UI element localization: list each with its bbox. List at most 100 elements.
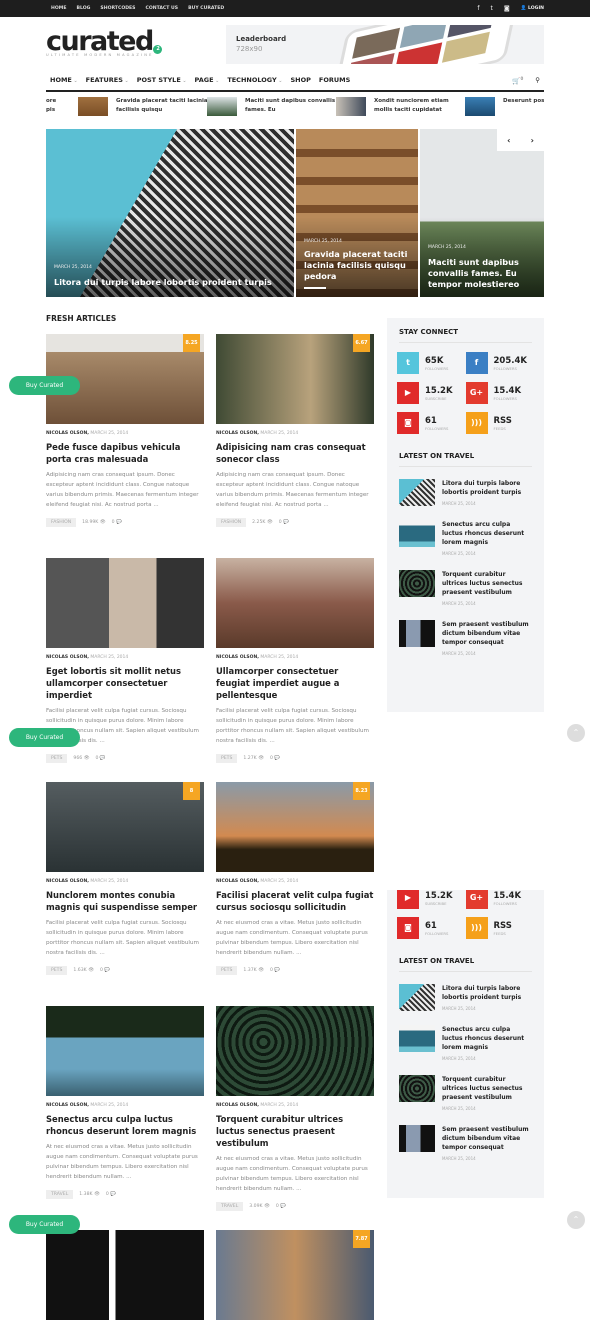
- comments[interactable]: 0 💬: [106, 1192, 116, 1197]
- social-counter[interactable]: f 205.4K FOLLOWERS: [465, 352, 535, 374]
- next-arrow-icon[interactable]: ›: [531, 136, 534, 145]
- latest-item[interactable]: Senectus arcu culpa luctus rhoncus deser…: [387, 520, 544, 556]
- author-link[interactable]: NICOLAS OLSON,: [46, 879, 89, 884]
- search-icon[interactable]: ⚲: [535, 76, 540, 85]
- leaderboard-ad[interactable]: Leaderboard 728x90: [226, 25, 544, 64]
- social-counter[interactable]: ◙ 61 FOLLOWERS: [397, 917, 466, 939]
- social-counter[interactable]: G+ 15.4K FOLLOWERS: [465, 890, 535, 909]
- top-link[interactable]: CONTACT US: [145, 0, 178, 17]
- social-counter[interactable]: ))) RSS FEEDS: [465, 917, 535, 939]
- nav-item[interactable]: PAGE ⌄: [195, 76, 220, 84]
- author-link[interactable]: NICOLAS OLSON,: [216, 655, 259, 660]
- article-excerpt: Adipisicing nam cras consequat ipsum. Do…: [46, 472, 199, 508]
- article-image[interactable]: 7.87: [216, 1230, 374, 1320]
- latest-item[interactable]: Litora dui turpis labore lobortis proide…: [387, 479, 544, 506]
- social-counter[interactable]: ▶ 15.2K SUBSCRIBE: [397, 890, 466, 909]
- latest-item[interactable]: Litora dui turpis labore lobortis proide…: [387, 984, 544, 1011]
- ticker-item[interactable]: Maciti sunt dapibus convallis fames. Eu: [207, 97, 337, 116]
- buy-curated-button[interactable]: Buy Curated: [9, 376, 80, 395]
- article-image[interactable]: [46, 558, 204, 648]
- prev-arrow-icon[interactable]: ‹: [507, 136, 510, 145]
- article-image[interactable]: [46, 1230, 204, 1320]
- category-tag[interactable]: PETS: [216, 966, 238, 975]
- slide[interactable]: MARCH 25, 2014 Litora dui turpis labore l…: [46, 129, 294, 297]
- slide[interactable]: MARCH 25, 2014 Gravida placerat taciti la…: [296, 129, 418, 297]
- nav-item[interactable]: FORUMS: [319, 76, 350, 84]
- latest-item[interactable]: Sem praesent vestibulum dictum bibendum …: [387, 1125, 544, 1161]
- author-link[interactable]: NICOLAS OLSON,: [216, 431, 259, 436]
- author-link[interactable]: NICOLAS OLSON,: [46, 1103, 89, 1108]
- article-title[interactable]: Senectus arcu culpa luctus rhoncus deser…: [46, 1113, 204, 1137]
- social-counter[interactable]: ◙ 61 FOLLOWERS: [397, 412, 466, 434]
- social-counter[interactable]: ▶ 15.2K SUBSCRIBE: [397, 382, 466, 404]
- latest-item[interactable]: Torquent curabitur ultrices luctus senec…: [387, 570, 544, 606]
- site-logo[interactable]: curated 2 ULTIMATE MODERN MAGAZINE: [46, 28, 162, 57]
- article-image[interactable]: 8.23: [216, 782, 374, 872]
- facebook-icon[interactable]: f: [477, 0, 479, 17]
- top-link[interactable]: HOME: [51, 0, 66, 17]
- top-link[interactable]: SHORTCODES: [100, 0, 135, 17]
- article-image[interactable]: [46, 1006, 204, 1096]
- scroll-top-button[interactable]: ⌃: [567, 1211, 585, 1229]
- article-title[interactable]: Nunclorem montes conubia magnis qui susp…: [46, 889, 204, 913]
- instagram-icon[interactable]: ◙: [504, 0, 510, 17]
- category-tag[interactable]: TRAVEL: [46, 1190, 74, 1199]
- social-counter[interactable]: t 65K FOLLOWERS: [397, 352, 466, 374]
- comments[interactable]: 0 💬: [100, 968, 110, 973]
- article-title[interactable]: Eget lobortis sit mollit netus ullamcorp…: [46, 665, 204, 701]
- buy-curated-button[interactable]: Buy Curated: [9, 728, 80, 747]
- category-tag[interactable]: FASHION: [46, 518, 77, 527]
- article-image[interactable]: 8: [46, 782, 204, 872]
- latest-item[interactable]: Senectus arcu culpa luctus rhoncus deser…: [387, 1025, 544, 1061]
- cart-icon[interactable]: 🛒0: [512, 76, 523, 85]
- article-title[interactable]: Adipisicing nam cras consequat sonecor c…: [216, 441, 374, 465]
- comments[interactable]: 0 💬: [95, 756, 105, 761]
- category-tag[interactable]: PETS: [216, 754, 238, 763]
- article-excerpt: At nec eiusmod cras a vitae. Metus justo…: [46, 1144, 198, 1180]
- ticker-item[interactable]: Deserunt pos ridiculous po: [465, 97, 544, 116]
- category-tag[interactable]: PETS: [46, 754, 68, 763]
- comments[interactable]: 0 💬: [279, 520, 289, 525]
- top-link[interactable]: BLOG: [76, 0, 90, 17]
- comments[interactable]: 0 💬: [270, 968, 280, 973]
- comment-icon: 💬: [272, 968, 281, 973]
- comments[interactable]: 0 💬: [270, 756, 280, 761]
- article-title[interactable]: Torquent curabitur ultrices luctus senec…: [216, 1113, 374, 1149]
- scroll-top-button[interactable]: ⌃: [567, 724, 585, 742]
- nav-item[interactable]: SHOP: [290, 76, 310, 84]
- article-title[interactable]: Pede fusce dapibus vehicula porta cras m…: [46, 441, 204, 465]
- article-card: NICOLAS OLSON, MARCH 25, 2014 Senectus ar…: [46, 1006, 204, 1199]
- article-title[interactable]: Ullamcorper consectetuer feugiat imperdi…: [216, 665, 374, 701]
- social-count: 15.2K: [425, 890, 453, 901]
- category-tag[interactable]: FASHION: [216, 518, 247, 527]
- ticker-item[interactable]: Gravida placerat taciti lacinia facilisi…: [78, 97, 208, 116]
- author-link[interactable]: NICOLAS OLSON,: [216, 1103, 259, 1108]
- social-counter[interactable]: G+ 15.4K FOLLOWERS: [465, 382, 535, 404]
- nav-item[interactable]: TECHNOLOGY ⌄: [227, 76, 282, 84]
- slide[interactable]: MARCH 25, 2014 Maciti sunt dapibus conval…: [420, 129, 544, 297]
- buy-curated-button[interactable]: Buy Curated: [9, 1215, 80, 1234]
- article-image[interactable]: 6.67: [216, 334, 374, 424]
- comments[interactable]: 0 💬: [276, 1204, 286, 1209]
- author-link[interactable]: NICOLAS OLSON,: [46, 655, 89, 660]
- article-title[interactable]: Facilisi placerat velit culpa fugiat cur…: [216, 889, 374, 913]
- latest-item[interactable]: Sem praesent vestibulum dictum bibendum …: [387, 620, 544, 656]
- nav-item[interactable]: HOME ⌄: [50, 76, 78, 84]
- social-counter[interactable]: ))) RSS FEEDS: [465, 412, 535, 434]
- ticker-item[interactable]: Xondit nunciorem etiam mollis taciti cup…: [336, 97, 466, 116]
- nav-item[interactable]: FEATURES ⌄: [86, 76, 129, 84]
- top-link[interactable]: BUY CURATED: [188, 0, 224, 17]
- latest-item[interactable]: Torquent curabitur ultrices luctus senec…: [387, 1075, 544, 1111]
- comments[interactable]: 0 💬: [112, 520, 122, 525]
- category-tag[interactable]: TRAVEL: [216, 1202, 244, 1211]
- twitter-icon[interactable]: t: [490, 0, 492, 17]
- article-image[interactable]: [216, 558, 374, 648]
- login-link[interactable]: 👤 LOGIN: [521, 0, 544, 17]
- article-date: MARCH 25, 2014: [90, 655, 129, 660]
- article-image[interactable]: [216, 1006, 374, 1096]
- author-link[interactable]: NICOLAS OLSON,: [46, 431, 89, 436]
- author-link[interactable]: NICOLAS OLSON,: [216, 879, 259, 884]
- category-tag[interactable]: PETS: [46, 966, 68, 975]
- nav-item[interactable]: POST STYLE ⌄: [137, 76, 187, 84]
- social-label: SUBSCRIBE: [425, 395, 447, 401]
